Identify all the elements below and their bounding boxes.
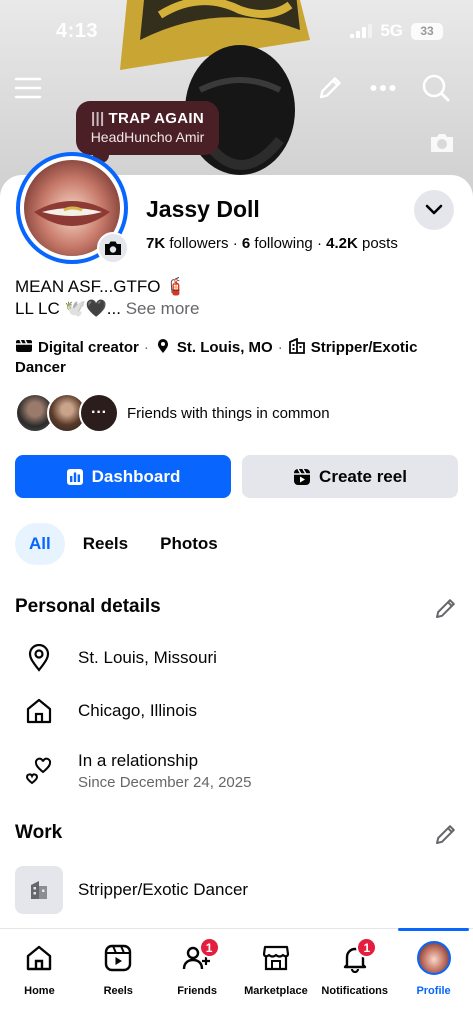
nav-label-friends: Friends bbox=[177, 985, 217, 997]
profile-expand-button[interactable] bbox=[414, 190, 454, 230]
relationship-row: In a relationship Since December 24, 202… bbox=[15, 745, 455, 797]
personal-details-title: Personal details bbox=[15, 596, 161, 617]
nav-marketplace[interactable]: Marketplace bbox=[236, 929, 315, 1024]
nav-label-notifications: Notifications bbox=[321, 985, 389, 997]
video-icon bbox=[16, 339, 32, 352]
cover-camera-icon[interactable] bbox=[427, 128, 457, 158]
nav-home[interactable]: Home bbox=[0, 929, 79, 1024]
status-indicators: 5G 33 bbox=[350, 21, 443, 41]
following-count[interactable]: 6 bbox=[242, 235, 250, 252]
hearts-icon bbox=[15, 749, 63, 793]
nav-label-home: Home bbox=[24, 985, 55, 997]
notifications-badge: 1 bbox=[356, 937, 378, 958]
dashboard-icon bbox=[66, 468, 83, 485]
edit-personal-details-icon[interactable] bbox=[434, 596, 458, 620]
chevron-down-icon bbox=[425, 204, 443, 215]
dashboard-label: Dashboard bbox=[91, 466, 181, 486]
bio-line-2: LL LC 🕊️🖤... bbox=[15, 299, 121, 318]
profile-avatar-icon bbox=[416, 941, 451, 975]
nav-friends[interactable]: 1 Friends bbox=[158, 929, 237, 1024]
create-reel-label: Create reel bbox=[319, 466, 407, 486]
nav-label-marketplace: Marketplace bbox=[244, 985, 308, 997]
profile-intro-line: Digital creator · St. Louis, MO · Stripper/E… bbox=[15, 338, 418, 376]
relationship-since: Since December 24, 2025 bbox=[78, 774, 252, 791]
intro-location: St. Louis, MO bbox=[176, 339, 273, 356]
posts-label: posts bbox=[361, 235, 398, 252]
building-icon bbox=[15, 866, 63, 914]
current-city-row: St. Louis, Missouri bbox=[15, 636, 455, 680]
mutual-friends-row[interactable]: ··· Friends with things in common bbox=[15, 393, 330, 433]
music-title: ||| TRAP AGAIN bbox=[90, 110, 204, 127]
marketplace-icon bbox=[259, 941, 293, 975]
profile-bio: MEAN ASF...GTFO 🧯 LL LC 🕊️🖤... See more bbox=[15, 276, 455, 320]
battery-icon: 33 bbox=[411, 22, 443, 40]
edit-work-icon[interactable] bbox=[434, 822, 458, 846]
stat-separator: · bbox=[232, 235, 242, 252]
friends-in-common-text: Friends with things in common bbox=[127, 404, 330, 422]
see-more-link[interactable]: See more bbox=[126, 299, 200, 318]
work-title: Work bbox=[15, 822, 63, 843]
edit-pencil-icon[interactable] bbox=[312, 70, 348, 106]
network-type: 5G bbox=[380, 21, 403, 40]
home-icon bbox=[22, 941, 56, 975]
signal-icon bbox=[350, 24, 373, 38]
nav-label-reels: Reels bbox=[103, 985, 133, 997]
status-bar: 4:13 5G 33 bbox=[0, 0, 473, 60]
search-icon[interactable] bbox=[418, 70, 454, 106]
intro-category: Digital creator bbox=[38, 339, 139, 356]
more-options-icon[interactable] bbox=[365, 70, 401, 106]
status-time: 4:13 bbox=[56, 20, 99, 42]
nav-label-profile: Profile bbox=[416, 985, 451, 997]
create-reel-button[interactable]: Create reel bbox=[242, 455, 458, 498]
bio-line-1: MEAN ASF...GTFO 🧯 bbox=[15, 277, 187, 296]
following-label[interactable]: following bbox=[254, 235, 312, 252]
relationship-status: In a relationship bbox=[78, 751, 199, 770]
music-bars-icon: ||| bbox=[90, 110, 105, 127]
profile-stats: 7K followers · 6 following · 4.2K posts bbox=[146, 235, 398, 252]
tab-reels[interactable]: Reels bbox=[69, 523, 142, 565]
location-pin-icon bbox=[15, 636, 63, 680]
followers-count[interactable]: 7K bbox=[146, 235, 165, 252]
home-icon bbox=[15, 689, 63, 733]
current-city: St. Louis, Missouri bbox=[78, 648, 217, 667]
friends-badge: 1 bbox=[198, 937, 220, 958]
music-artist: HeadHuncho Amir bbox=[90, 129, 205, 145]
bottom-nav: Home Reels 1 Friends Marketplace 1 Notif… bbox=[0, 928, 473, 1024]
location-pin-icon bbox=[157, 339, 168, 353]
work-row: Stripper/Exotic Dancer bbox=[15, 866, 455, 914]
followers-label[interactable]: followers bbox=[169, 235, 228, 252]
avatar-camera-icon[interactable] bbox=[97, 232, 129, 264]
nav-reels[interactable]: Reels bbox=[79, 929, 158, 1024]
reels-icon bbox=[101, 941, 135, 975]
profile-music-pill[interactable]: ||| TRAP AGAIN HeadHuncho Amir bbox=[76, 101, 219, 163]
nav-profile[interactable]: Profile bbox=[394, 928, 473, 1024]
menu-icon[interactable] bbox=[10, 70, 46, 106]
profile-name: Jassy Doll bbox=[146, 196, 260, 222]
profile-tabs: All Reels Photos bbox=[15, 523, 236, 565]
tab-photos[interactable]: Photos bbox=[146, 523, 232, 565]
work-job: Stripper/Exotic Dancer bbox=[78, 880, 249, 899]
building-icon bbox=[288, 338, 305, 354]
stat-separator: · bbox=[316, 235, 327, 252]
more-friends-avatar[interactable]: ··· bbox=[79, 393, 119, 433]
tab-all[interactable]: All bbox=[15, 523, 65, 565]
posts-count: 4.2K bbox=[326, 235, 358, 252]
hometown: Chicago, Illinois bbox=[78, 701, 198, 720]
nav-notifications[interactable]: 1 Notifications bbox=[315, 929, 394, 1024]
hometown-row: Chicago, Illinois bbox=[15, 689, 455, 733]
reel-icon bbox=[294, 468, 311, 485]
dashboard-button[interactable]: Dashboard bbox=[15, 455, 231, 498]
